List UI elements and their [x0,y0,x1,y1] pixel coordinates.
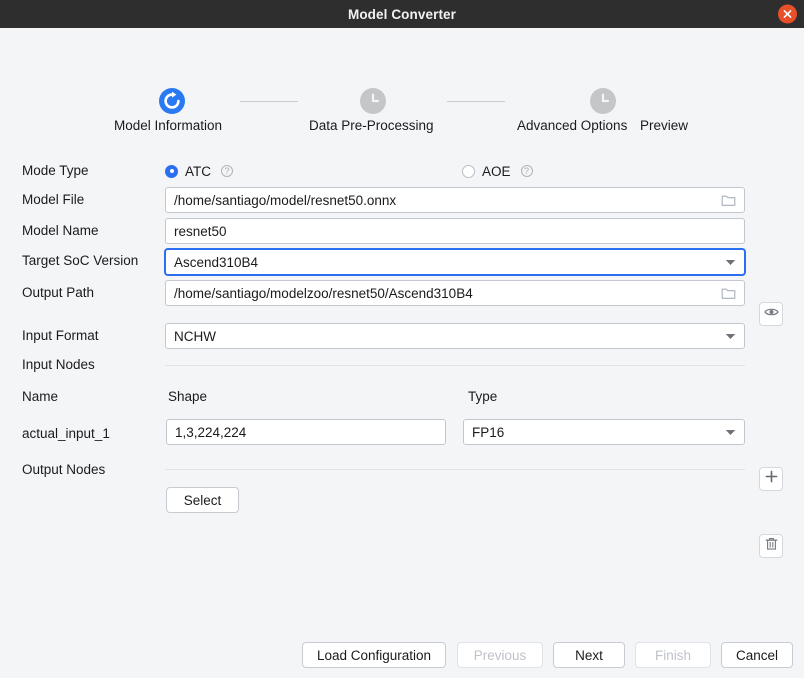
window-title: Model Converter [347,6,457,22]
label-target-soc-version: Target SoC Version [22,253,139,268]
plus-icon [765,470,778,488]
input-node-type-select[interactable]: FP16 [463,419,745,445]
step-connector-2 [447,101,505,102]
step-label-data-pre-processing[interactable]: Data Pre-Processing [309,118,434,133]
next-button[interactable]: Next [553,642,625,668]
chevron-down-icon[interactable] [725,333,736,340]
step-icon-advanced-options[interactable] [590,88,616,114]
column-header-shape: Shape [168,389,208,404]
label-output-nodes: Output Nodes [22,462,106,477]
cancel-button[interactable]: Cancel [721,642,793,668]
step-icon-data-pre-processing[interactable] [360,88,386,114]
help-icon-aoe[interactable]: ? [520,165,533,177]
chevron-down-icon[interactable] [725,429,736,436]
select-output-nodes-button[interactable]: Select [166,487,239,513]
label-model-name: Model Name [22,223,99,238]
input-node-name: actual_input_1 [22,426,110,441]
column-header-name: Name [22,389,59,404]
trash-icon [765,537,778,556]
radio-atc[interactable] [165,164,178,178]
input-nodes-divider [165,365,745,366]
dialog-body: Model Information Data Pre-Processing Ad… [0,28,804,678]
step-connector-1 [240,101,298,102]
load-configuration-button[interactable]: Load Configuration [302,642,446,668]
target-soc-version-select[interactable]: Ascend310B4 [164,248,746,276]
close-icon[interactable] [778,4,797,24]
model-file-input[interactable]: /home/santiago/model/resnet50.onnx [165,187,745,213]
window-titlebar: Model Converter [0,0,804,28]
chevron-down-icon[interactable] [725,259,736,266]
input-node-shape-input[interactable]: 1,3,224,224 [166,419,446,445]
target-soc-version-value: Ascend310B4 [174,254,259,270]
radio-label-atc: ATC [185,163,211,179]
help-icon-atc[interactable]: ? [221,165,233,177]
input-format-value: NCHW [174,328,216,344]
model-name-value: resnet50 [174,223,227,239]
radio-option-aoe[interactable]: AOE ? [462,158,533,184]
output-nodes-divider [165,469,745,470]
model-name-input[interactable]: resnet50 [165,218,745,244]
label-model-file: Model File [22,192,85,207]
finish-button: Finish [635,642,711,668]
label-input-format: Input Format [22,328,99,343]
dialog-footer: Load Configuration Previous Next Finish … [0,634,804,678]
label-output-path: Output Path [22,285,95,300]
step-label-advanced-options[interactable]: Advanced Options [517,118,627,133]
model-file-value: /home/santiago/model/resnet50.onnx [174,192,397,208]
step-icon-model-information[interactable] [159,88,185,114]
column-header-type: Type [468,389,498,404]
output-path-input[interactable]: /home/santiago/modelzoo/resnet50/Ascend3… [165,280,745,306]
model-file-preview-button[interactable] [759,302,783,326]
label-input-nodes: Input Nodes [22,357,95,372]
eye-icon [763,305,779,323]
folder-icon[interactable] [721,193,736,207]
add-input-node-button[interactable] [759,467,783,491]
step-label-preview[interactable]: Preview [640,118,688,133]
output-path-value: /home/santiago/modelzoo/resnet50/Ascend3… [174,285,473,301]
wizard-stepper: Model Information Data Pre-Processing Ad… [0,56,804,142]
input-node-shape-value: 1,3,224,224 [175,424,247,440]
input-node-type-value: FP16 [472,424,505,440]
radio-aoe[interactable] [462,164,475,178]
radio-option-atc[interactable]: ATC ? [165,158,233,184]
step-label-model-information[interactable]: Model Information [114,118,222,133]
radio-label-aoe: AOE [482,163,511,179]
delete-input-node-button[interactable] [759,534,783,558]
folder-icon[interactable] [721,286,736,300]
input-format-select[interactable]: NCHW [165,323,745,349]
previous-button: Previous [457,642,543,668]
label-mode-type: Mode Type [22,163,89,178]
